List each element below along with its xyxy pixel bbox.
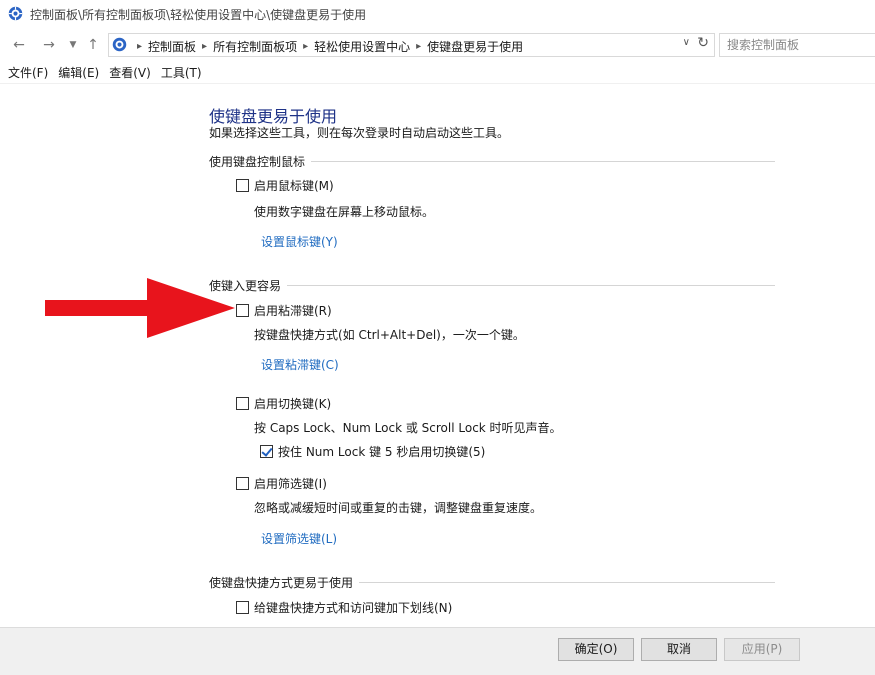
mouse-keys-checkbox[interactable] [236,179,249,192]
cancel-button[interactable]: 取消 [641,638,717,661]
dialog-footer: 确定(O) 取消 应用(P) [0,627,875,675]
apply-button[interactable]: 应用(P) [724,638,800,661]
forward-arrow-icon[interactable]: → [40,35,58,55]
setup-filter-keys-link[interactable]: 设置筛选键(L) [261,530,337,547]
window-title: 控制面板\所有控制面板项\轻松使用设置中心\使键盘更易于使用 [30,8,367,22]
sticky-keys-option[interactable]: 启用粘滞键(R) [236,302,332,319]
sticky-keys-checkbox[interactable] [236,304,249,317]
setup-mouse-keys-link[interactable]: 设置鼠标键(Y) [261,233,338,250]
chevron-right-icon: ▸ [137,41,143,52]
menu-edit[interactable]: 编辑(E) [58,62,99,83]
main-content: 使键盘更易于使用 如果选择这些工具，则在每次登录时自动启动这些工具。 使用键盘控… [0,84,875,627]
divider [287,284,775,286]
sticky-keys-description: 按键盘快捷方式(如 Ctrl+Alt+Del)，一次一个键。 [254,328,525,342]
section-header-shortcuts: 使键盘快捷方式更易于使用 [209,574,775,590]
breadcrumb-item[interactable]: 使键盘更易于使用 [427,38,523,55]
filter-keys-label[interactable]: 启用筛选键(I) [254,475,327,492]
control-panel-icon [8,6,23,21]
title-bar: 控制面板\所有控制面板项\轻松使用设置中心\使键盘更易于使用 [0,0,875,28]
page-description: 如果选择这些工具，则在每次登录时自动启动这些工具。 [209,126,510,140]
filter-keys-checkbox[interactable] [236,477,249,490]
section-header-mouse: 使用键盘控制鼠标 [209,153,775,169]
address-bar[interactable]: ▸ 控制面板 ▸ 所有控制面板项 ▸ 轻松使用设置中心 ▸ 使键盘更易于使用 ∨… [108,33,715,57]
ok-button[interactable]: 确定(O) [558,638,634,661]
toggle-keys-checkbox[interactable] [236,397,249,410]
underline-shortcuts-checkbox[interactable] [236,601,249,614]
mouse-keys-option[interactable]: 启用鼠标键(M) [236,177,334,194]
control-panel-icon [112,37,127,52]
menu-view[interactable]: 查看(V) [109,62,151,83]
back-arrow-icon[interactable]: ← [10,35,28,55]
toggle-keys-label[interactable]: 启用切换键(K) [254,395,331,412]
search-input[interactable] [720,34,875,56]
breadcrumb: ▸ 控制面板 ▸ 所有控制面板项 ▸ 轻松使用设置中心 ▸ 使键盘更易于使用 [131,38,523,55]
menu-bar: 文件(F) 编辑(E) 查看(V) 工具(T) [0,62,875,84]
breadcrumb-item[interactable]: 所有控制面板项 [213,38,297,55]
chevron-right-icon[interactable]: ▸ [202,41,207,52]
toggle-hold-option[interactable]: 按住 Num Lock 键 5 秒启用切换键(5) [260,443,485,460]
chevron-down-icon[interactable]: ∨ [683,37,690,48]
breadcrumb-item[interactable]: 控制面板 [148,38,196,55]
sticky-keys-label[interactable]: 启用粘滞键(R) [254,302,332,319]
chevron-down-icon[interactable]: ▼ [64,35,82,55]
chevron-right-icon[interactable]: ▸ [416,41,421,52]
search-box[interactable] [719,33,875,57]
toggle-keys-description: 按 Caps Lock、Num Lock 或 Scroll Lock 时听见声音… [254,421,562,435]
divider [311,160,775,162]
chevron-right-icon[interactable]: ▸ [303,41,308,52]
filter-keys-description: 忽略或减缓短时间或重复的击键，调整键盘重复速度。 [254,501,543,515]
section-header-typing: 使键入更容易 [209,277,775,293]
section-title: 使键盘快捷方式更易于使用 [209,575,354,590]
menu-file[interactable]: 文件(F) [8,62,48,83]
toggle-hold-label[interactable]: 按住 Num Lock 键 5 秒启用切换键(5) [278,443,485,460]
red-arrow-annotation [45,278,235,338]
section-title: 使用键盘控制鼠标 [209,154,306,169]
toggle-keys-option[interactable]: 启用切换键(K) [236,395,331,412]
up-arrow-icon[interactable]: ↑ [84,35,102,55]
setup-sticky-keys-link[interactable]: 设置粘滞键(C) [261,356,339,373]
toggle-hold-checkbox[interactable] [260,445,273,458]
underline-shortcuts-label[interactable]: 给键盘快捷方式和访问键加下划线(N) [254,599,452,616]
filter-keys-option[interactable]: 启用筛选键(I) [236,475,327,492]
mouse-keys-description: 使用数字键盘在屏幕上移动鼠标。 [254,205,435,219]
divider [359,581,775,583]
underline-shortcuts-option[interactable]: 给键盘快捷方式和访问键加下划线(N) [236,599,452,616]
menu-tools[interactable]: 工具(T) [161,62,202,83]
mouse-keys-label[interactable]: 启用鼠标键(M) [254,177,334,194]
breadcrumb-item[interactable]: 轻松使用设置中心 [314,38,410,55]
refresh-icon[interactable]: ↻ [697,35,709,51]
